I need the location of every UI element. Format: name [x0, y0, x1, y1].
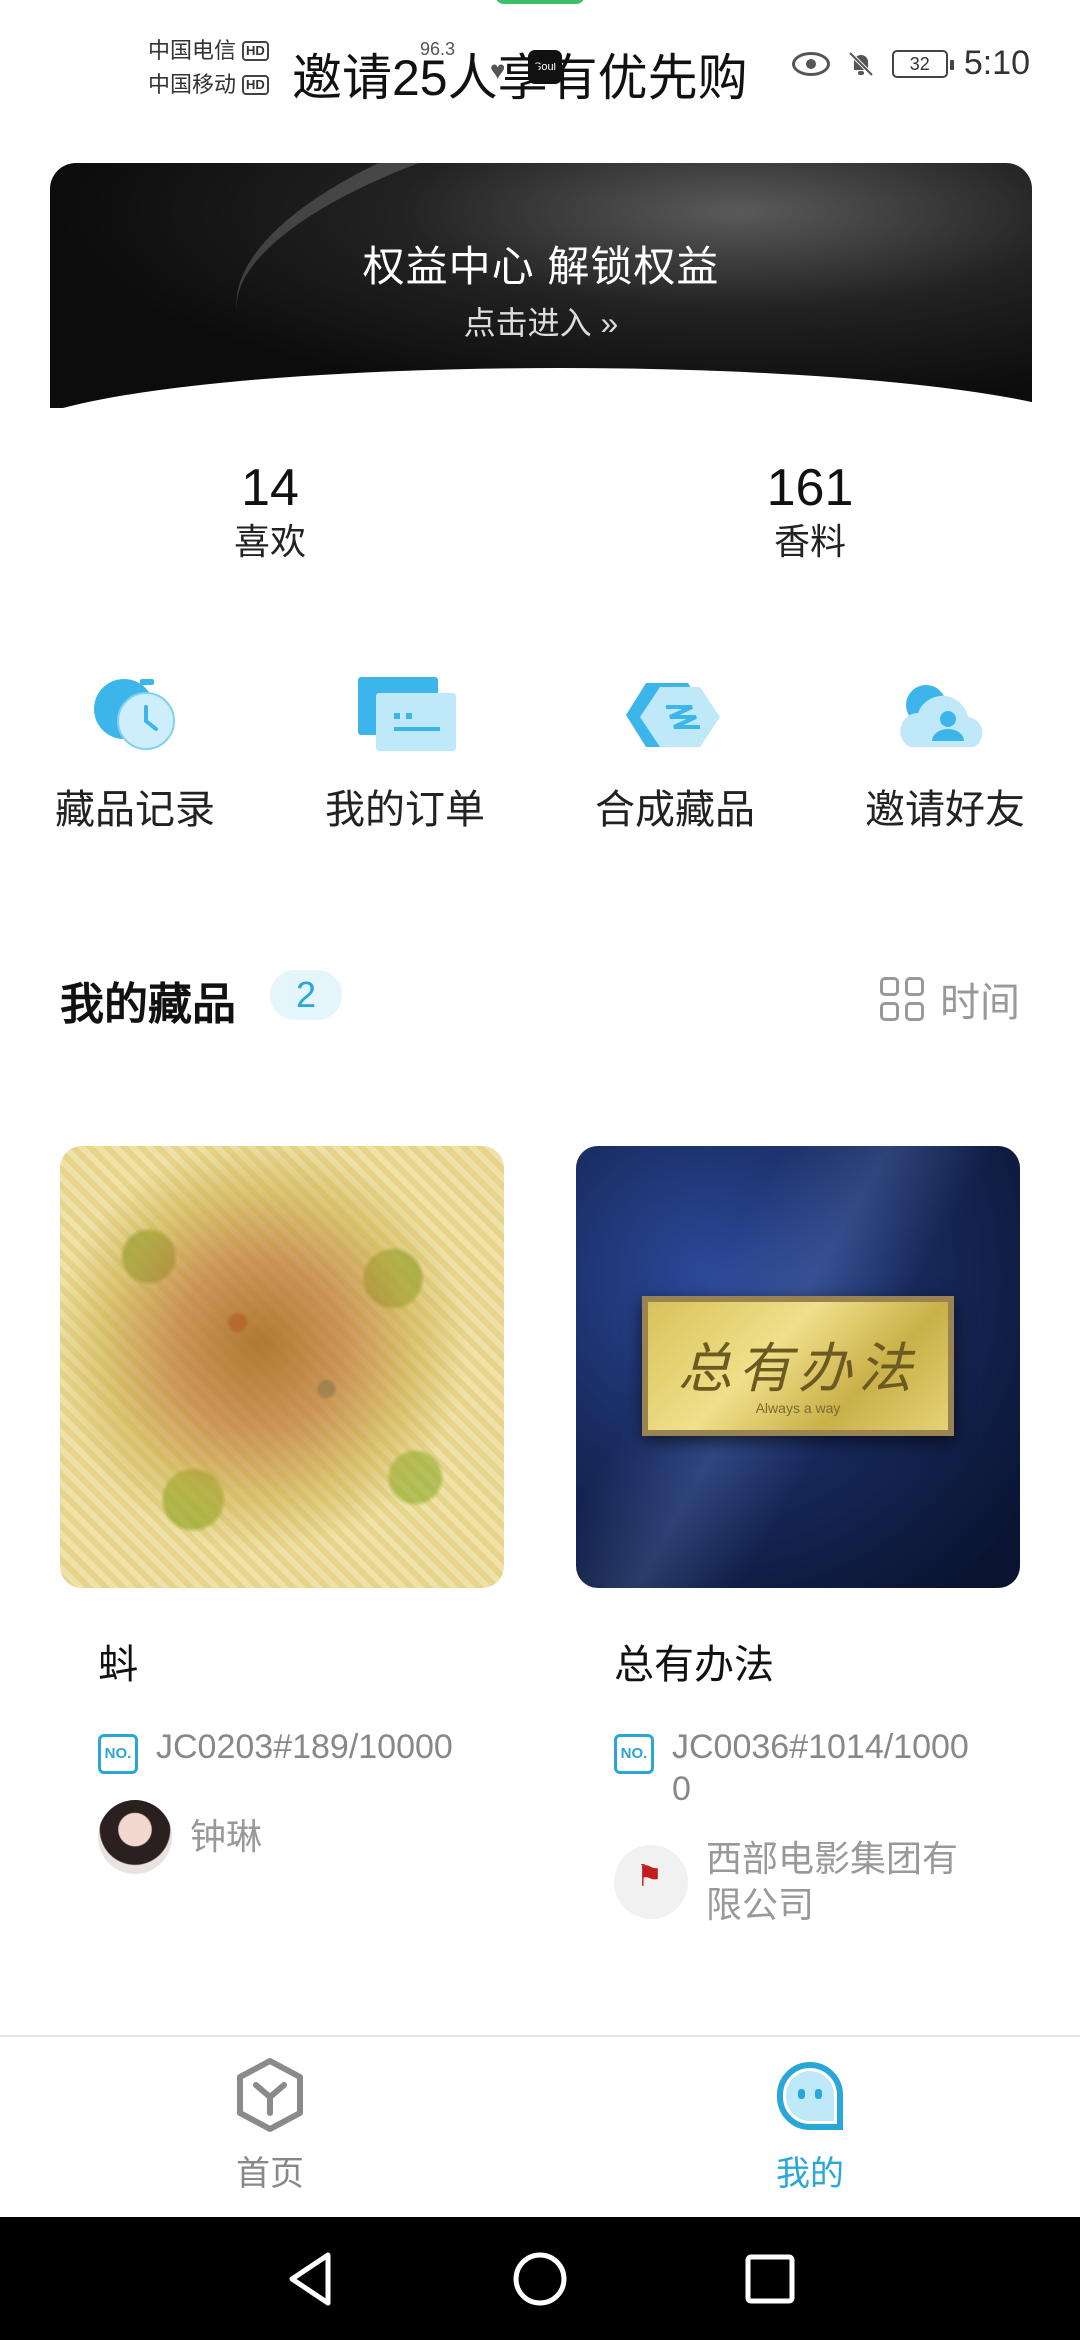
- card-owner: 西部电影集团有限公司: [614, 1836, 1020, 1928]
- user-stats: 14 喜欢 161 香料: [0, 458, 1080, 588]
- tab-label: 我的: [776, 2155, 844, 2193]
- action-invite-friends[interactable]: 邀请好友: [835, 665, 1055, 835]
- collection-card[interactable]: 蚪 NO. JC0203#189/10000 钟琳: [60, 1146, 504, 1874]
- carrier-2: 中国移动: [148, 72, 237, 97]
- hd-badge: HD: [242, 41, 269, 61]
- plaque-text: 总有办法: [678, 1337, 918, 1400]
- artwork-image: [60, 1146, 504, 1588]
- home-icon[interactable]: [508, 2247, 572, 2311]
- collection-title: 我的藏品: [60, 980, 236, 1029]
- card-name: 蚪: [98, 1643, 138, 1687]
- card-owner: 钟琳: [98, 1800, 504, 1874]
- invite-friend-icon: [890, 665, 1000, 765]
- action-synthesize[interactable]: 合成藏品: [565, 665, 785, 835]
- quick-actions: 藏品记录 我的订单 合成藏品 邀请好友: [0, 665, 1080, 865]
- sort-by-time-button[interactable]: 时间: [880, 970, 1020, 1028]
- system-navigation-bar: [0, 2217, 1080, 2340]
- ghost-icon: [777, 2062, 843, 2130]
- overlay-text: 邀请25人享有优先购: [292, 50, 748, 106]
- collection-card[interactable]: 总有办法 Always a way 总有办法 NO. JC0036#1014/1…: [576, 1146, 1020, 1928]
- tab-mine[interactable]: 我的: [690, 2055, 930, 2195]
- hd-badge: HD: [242, 75, 269, 95]
- serial-number-icon: NO.: [98, 1734, 138, 1774]
- serial-number-icon: NO.: [614, 1734, 654, 1774]
- plaque-subtext: Always a way: [755, 1400, 841, 1416]
- card-name: 总有办法: [614, 1643, 774, 1687]
- stat-value: 161: [766, 459, 854, 517]
- stat-label: 喜欢: [233, 521, 306, 562]
- rights-center-banner[interactable]: 权益中心 解锁权益 点击进入 »: [50, 163, 1032, 408]
- stat-value: 14: [241, 459, 299, 517]
- tab-home[interactable]: 首页: [150, 2055, 390, 2195]
- stat-likes[interactable]: 14 喜欢: [120, 458, 420, 566]
- gold-plaque: 总有办法 Always a way: [642, 1296, 954, 1436]
- status-icons: 32 5:10: [791, 44, 1030, 83]
- status-bar: 中国电信 HD 中国移动 HD 96.3 ♥ Soul 邀请25人享有优先购 32 …: [0, 0, 1080, 130]
- call-indicator: [495, 0, 585, 4]
- action-label: 邀请好友: [865, 788, 1025, 832]
- carrier-info: 中国电信 HD 中国移动 HD: [148, 34, 269, 102]
- eye-icon: [791, 51, 830, 76]
- recents-icon[interactable]: [738, 2247, 802, 2311]
- card-serial: NO. JC0203#189/10000: [98, 1726, 504, 1774]
- clock-icon: [80, 665, 190, 765]
- sort-label: 时间: [940, 981, 1020, 1025]
- serial-text: JC0203#189/10000: [156, 1728, 453, 1766]
- carrier-1: 中国电信: [148, 38, 237, 63]
- grid-icon: [880, 977, 924, 1021]
- bottom-nav: 首页 我的: [0, 2035, 1080, 2217]
- action-collection-records[interactable]: 藏品记录: [25, 665, 245, 835]
- battery-icon: 32: [891, 49, 954, 78]
- my-collection-header: 我的藏品 2 时间: [60, 960, 1020, 1030]
- stat-label: 香料: [773, 521, 846, 562]
- tab-label: 首页: [236, 2155, 304, 2193]
- owner-name: 钟琳: [190, 1816, 263, 1857]
- action-my-orders[interactable]: 我的订单: [295, 665, 515, 835]
- back-icon[interactable]: [278, 2247, 342, 2311]
- action-label: 我的订单: [325, 788, 485, 832]
- action-label: 藏品记录: [55, 788, 215, 832]
- banner-enter-link[interactable]: 点击进入 »: [50, 298, 1032, 344]
- clock-time: 5:10: [963, 44, 1030, 82]
- avatar: [614, 1845, 688, 1919]
- action-label: 合成藏品: [595, 788, 755, 832]
- stat-spices[interactable]: 161 香料: [660, 458, 960, 566]
- artwork-image: 总有办法 Always a way: [576, 1146, 1020, 1588]
- muted-bell-icon: [846, 49, 876, 79]
- serial-text: JC0036#1014/10000: [672, 1728, 969, 1808]
- order-list-icon: [350, 665, 460, 765]
- cube-icon: [237, 2058, 303, 2132]
- banner-title: 权益中心 解锁权益: [362, 243, 720, 290]
- collection-count-badge: 2: [270, 970, 342, 1020]
- owner-name: 西部电影集团有限公司: [706, 1838, 959, 1925]
- card-serial: NO. JC0036#1014/10000: [614, 1726, 1020, 1810]
- avatar: [98, 1800, 172, 1874]
- synthesis-icon: [620, 665, 730, 765]
